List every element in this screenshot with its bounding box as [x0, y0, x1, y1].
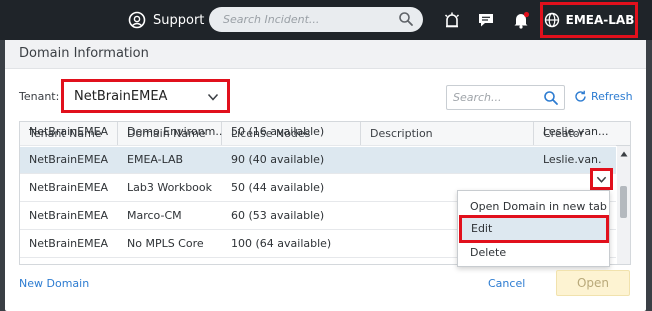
globe-icon: [544, 12, 559, 28]
menu-item-delete[interactable]: Delete: [458, 242, 609, 264]
cell-creator: Leslie.van...: [543, 125, 609, 138]
cell-domain: Demo Environm...: [127, 125, 222, 138]
tenant-select-value: NetBrainEMEA: [74, 89, 168, 104]
cell-tenant: NetBrainEMEA: [29, 153, 109, 166]
row-context-menu: Open Domain in new tab Edit Delete: [457, 190, 610, 267]
support-label: Support: [153, 12, 205, 28]
table-row[interactable]: NetBrainEMEA Demo Environm... 50 (16 ava…: [20, 122, 616, 146]
cell-domain: No MPLS Core: [127, 237, 204, 250]
chat-icon: [479, 14, 493, 27]
dialog-header: Domain Information: [5, 40, 646, 69]
open-button-label: Open: [576, 276, 610, 290]
open-button[interactable]: Open: [556, 270, 630, 296]
top-bar: Support Search Incident... EMEA-LAB: [0, 0, 652, 40]
cell-license-nodes: 90 (40 available): [231, 153, 325, 166]
chevron-down-icon: [207, 93, 219, 101]
cell-description: [361, 122, 534, 145]
row-actions-dropdown[interactable]: [590, 168, 613, 190]
cell-domain: Lab3 Workbook: [127, 181, 213, 194]
bell-icon: [514, 11, 530, 29]
cancel-button[interactable]: Cancel: [488, 277, 525, 290]
menu-item-edit[interactable]: Edit: [459, 215, 609, 243]
cell-tenant: NetBrainEMEA: [29, 181, 109, 194]
refresh-label: Refresh: [591, 90, 633, 103]
incident-search-placeholder: Search Incident...: [223, 13, 320, 26]
tenant-label: Tenant:: [19, 90, 60, 103]
domain-search-placeholder: Search...: [453, 91, 502, 104]
table-scrollbar[interactable]: [617, 146, 630, 264]
cell-license-nodes: 50 (16 available): [231, 125, 325, 138]
scroll-up-icon[interactable]: [620, 151, 628, 157]
incident-search-input[interactable]: Search Incident...: [209, 7, 423, 32]
domain-switch-label: EMEA-LAB: [565, 13, 635, 27]
refresh-button[interactable]: Refresh: [574, 90, 633, 103]
refresh-icon: [575, 90, 586, 102]
domain-search-input[interactable]: Search...: [446, 85, 565, 110]
cell-domain: Marco-CM: [127, 209, 182, 222]
table-row-selected[interactable]: NetBrainEMEA EMEA-LAB 90 (40 available) …: [20, 147, 616, 174]
notifications-button[interactable]: [511, 10, 531, 30]
cell-description: [361, 147, 534, 173]
cell-domain: EMEA-LAB: [127, 153, 184, 166]
alarm-button[interactable]: [442, 10, 462, 30]
cell-tenant: NetBrainEMEA: [29, 237, 109, 250]
search-icon[interactable]: [398, 11, 414, 27]
support-icon: [128, 11, 146, 29]
chat-button[interactable]: [476, 10, 496, 30]
scroll-thumb[interactable]: [620, 186, 627, 218]
domain-switch-button[interactable]: EMEA-LAB: [540, 2, 638, 38]
tenant-select[interactable]: NetBrainEMEA: [61, 79, 230, 113]
chevron-down-icon: [596, 176, 607, 183]
cell-tenant: NetBrainEMEA: [29, 209, 109, 222]
domain-information-dialog: Domain Information Tenant: NetBrainEMEA …: [5, 40, 646, 311]
cell-tenant: NetBrainEMEA: [29, 125, 109, 138]
cell-license-nodes: 50 (44 available): [231, 181, 325, 194]
search-icon[interactable]: [543, 90, 559, 106]
cell-license-nodes: 60 (53 available): [231, 209, 325, 222]
cell-license-nodes: 100 (64 available): [231, 237, 332, 250]
alarm-icon: [444, 12, 460, 28]
support-button[interactable]: Support: [128, 10, 204, 30]
new-domain-link[interactable]: New Domain: [19, 277, 89, 290]
dialog-title: Domain Information: [19, 46, 149, 61]
